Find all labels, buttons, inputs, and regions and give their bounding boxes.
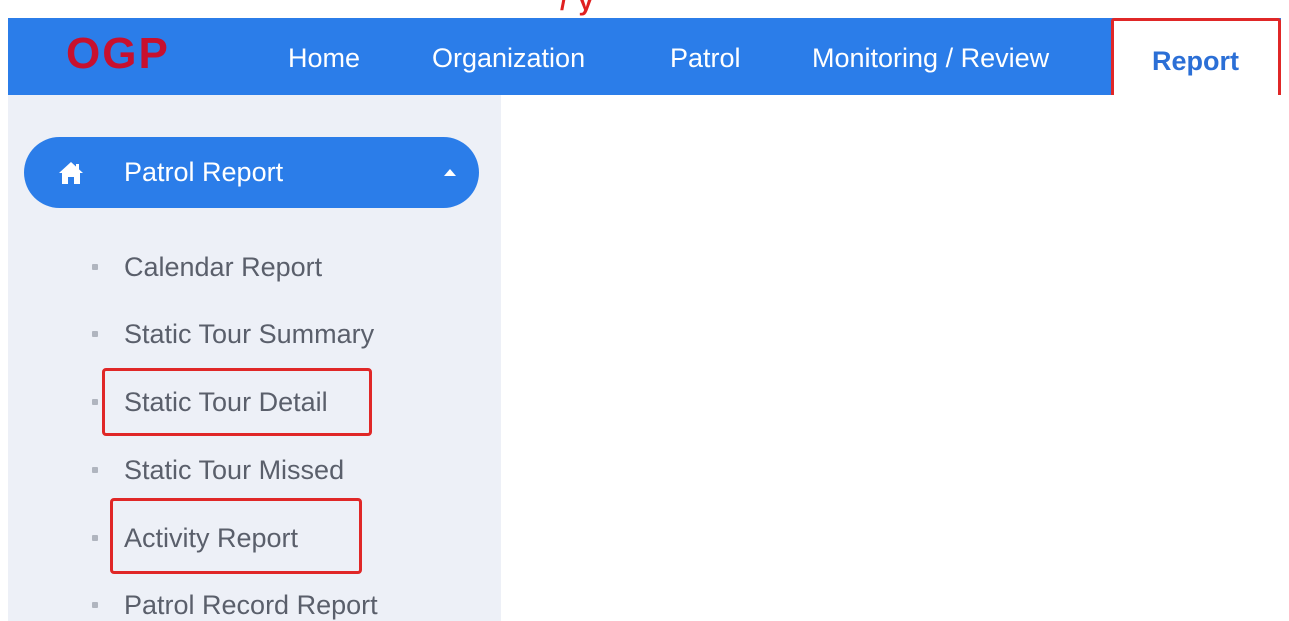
bullet-icon: [92, 399, 98, 405]
sidebar-section-patrol-report[interactable]: Patrol Report: [24, 137, 479, 208]
sidebar-item-label: Static Tour Detail: [124, 387, 328, 417]
sidebar: Patrol Report Calendar Report Static Tou…: [8, 95, 501, 621]
nav-report-label: Report: [1152, 46, 1239, 76]
sidebar-item-label: Static Tour Summary: [124, 319, 375, 349]
top-text-fragment: / y: [560, 0, 595, 16]
sidebar-item-label: Activity Report: [124, 523, 299, 553]
bullet-icon: [92, 331, 98, 337]
bullet-icon: [92, 467, 98, 473]
bullet-icon: [92, 535, 98, 541]
sidebar-item-label: Patrol Record Report: [124, 590, 378, 620]
bullet-icon: [92, 264, 98, 270]
nav-report[interactable]: Report: [1111, 18, 1281, 100]
page: / y OGP Home Organization Patrol Monitor…: [0, 0, 1289, 621]
bullet-icon: [92, 602, 98, 608]
caret-up-icon: [444, 169, 456, 176]
sidebar-section-label: Patrol Report: [124, 157, 284, 187]
nav-monitoring-review[interactable]: Monitoring / Review: [812, 42, 1049, 74]
logo[interactable]: OGP: [66, 29, 170, 79]
top-navbar: OGP Home Organization Patrol Monitoring …: [8, 18, 1281, 100]
nav-home[interactable]: Home: [288, 42, 360, 74]
sidebar-item-label: Static Tour Missed: [124, 455, 345, 485]
nav-organization[interactable]: Organization: [432, 42, 585, 74]
sidebar-item-label: Calendar Report: [124, 252, 323, 282]
main-content-area: [501, 95, 1289, 621]
nav-patrol[interactable]: Patrol: [670, 42, 741, 74]
home-icon: [59, 162, 83, 184]
